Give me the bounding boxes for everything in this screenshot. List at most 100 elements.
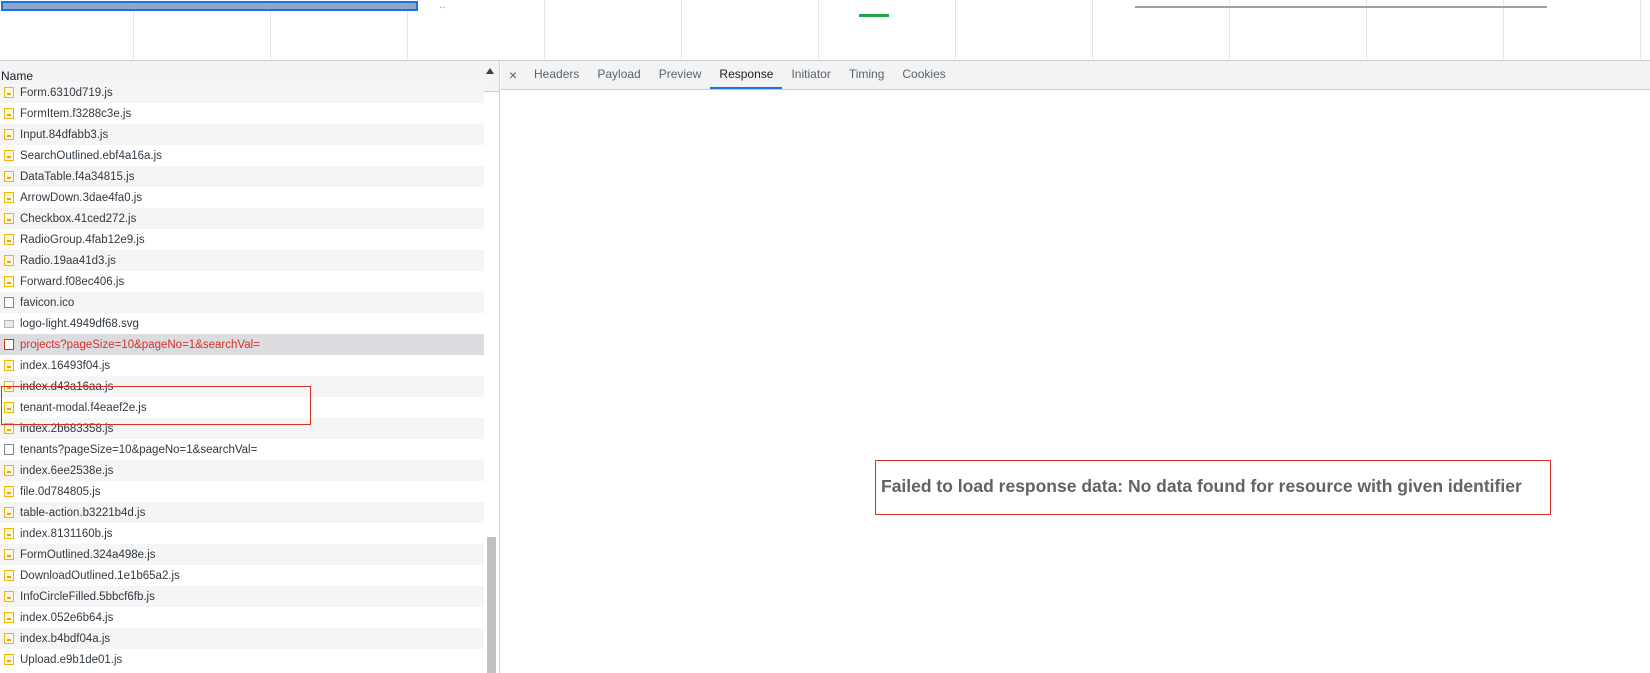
script-file-icon (4, 255, 14, 266)
request-row[interactable]: tenants?pageSize=10&pageNo=1&searchVal= (0, 439, 484, 460)
script-file-icon (4, 570, 14, 581)
request-row[interactable]: InfoCircleFilled.5bbcf6fb.js (0, 586, 484, 607)
script-file-icon (4, 171, 14, 182)
request-name: Checkbox.41ced272.js (20, 212, 137, 225)
request-row[interactable]: index.052e6b64.js (0, 607, 484, 628)
request-name: Forward.f08ec406.js (20, 275, 125, 288)
request-row[interactable]: tenant-modal.f4eaef2e.js (0, 397, 484, 418)
script-file-icon (4, 129, 14, 140)
request-row[interactable]: ArrowDown.3dae4fa0.js (0, 187, 484, 208)
request-row[interactable]: index.b4bdf04a.js (0, 628, 484, 649)
request-row[interactable]: Input.84dfabb3.js (0, 124, 484, 145)
script-file-icon (4, 213, 14, 224)
overview-grid-line (1503, 0, 1504, 60)
tab-headers[interactable]: Headers (525, 61, 588, 89)
overview-grid-line (1229, 0, 1230, 60)
script-file-icon (4, 150, 14, 161)
request-row[interactable]: favicon.ico (0, 292, 484, 313)
request-name: logo-light.4949df68.svg (20, 317, 139, 330)
request-row[interactable]: index.d43a16aa.js (0, 376, 484, 397)
request-name: index.b4bdf04a.js (20, 632, 111, 645)
request-row[interactable]: Radio.19aa41d3.js (0, 250, 484, 271)
script-file-icon (4, 276, 14, 287)
tab-cookies[interactable]: Cookies (893, 61, 954, 89)
request-name: FormItem.f3288c3e.js (20, 107, 132, 120)
request-rows: Form.6310d719.js FormItem.f3288c3e.js Inpu… (0, 82, 484, 670)
request-name: InfoCircleFilled.5bbcf6fb.js (20, 590, 155, 603)
script-file-icon (4, 528, 14, 539)
overview-grid-line (681, 0, 682, 60)
request-row[interactable]: index.16493f04.js (0, 355, 484, 376)
tab-initiator[interactable]: Initiator (782, 61, 839, 89)
overview-grid-line (955, 0, 956, 60)
script-file-icon (4, 423, 14, 434)
overview-request-bar (859, 14, 889, 17)
sort-ascending-icon[interactable] (486, 68, 494, 74)
request-name: index.8131160b.js (20, 527, 113, 540)
request-name: index.d43a16aa.js (20, 380, 114, 393)
request-name: Upload.e9b1de01.js (20, 653, 123, 666)
request-row[interactable]: projects?pageSize=10&pageNo=1&searchVal= (0, 334, 484, 355)
request-name: DataTable.f4a34815.js (20, 170, 135, 183)
overview-grid-line (1092, 0, 1093, 60)
request-detail-panel: × Headers Payload Preview Response Initiator… (501, 61, 1650, 673)
request-row[interactable]: index.8131160b.js (0, 523, 484, 544)
script-file-icon (4, 549, 14, 560)
request-name: Radio.19aa41d3.js (20, 254, 116, 267)
request-list-scrollbar[interactable] (484, 92, 499, 673)
request-row[interactable]: Forward.f08ec406.js (0, 271, 484, 292)
request-row[interactable]: FormOutlined.324a498e.js (0, 544, 484, 565)
script-file-icon (4, 381, 14, 392)
request-row[interactable]: DownloadOutlined.1e1b65a2.js (0, 565, 484, 586)
script-file-icon (4, 234, 14, 245)
request-list-panel: Name Form.6310d719.js FormItem.f3288c3e.j… (0, 61, 500, 673)
overview-selection-window[interactable] (1, 1, 418, 11)
request-row[interactable]: logo-light.4949df68.svg (0, 313, 484, 334)
request-row[interactable]: RadioGroup.4fab12e9.js (0, 229, 484, 250)
tab-response[interactable]: Response (710, 61, 783, 89)
request-row[interactable]: file.0d784805.js (0, 481, 484, 502)
request-row[interactable]: SearchOutlined.ebf4a16a.js (0, 145, 484, 166)
request-row[interactable]: FormItem.f3288c3e.js (0, 103, 484, 124)
script-file-icon (4, 108, 14, 119)
timeline-overview[interactable]: ▪ ▪ (0, 0, 1650, 61)
document-file-icon (4, 297, 14, 308)
request-name: RadioGroup.4fab12e9.js (20, 233, 145, 246)
request-name: index.052e6b64.js (20, 611, 114, 624)
request-row[interactable]: index.2b683358.js (0, 418, 484, 439)
document-file-icon (4, 339, 14, 350)
script-file-icon (4, 633, 14, 644)
detail-tabbar: × Headers Payload Preview Response Initiator… (501, 61, 1650, 90)
request-name: Input.84dfabb3.js (20, 128, 109, 141)
request-name: tenants?pageSize=10&pageNo=1&searchVal= (20, 443, 258, 456)
request-name: table-action.b3221b4d.js (20, 506, 146, 519)
request-row[interactable]: DataTable.f4a34815.js (0, 166, 484, 187)
response-error-message: Failed to load response data: No data fo… (881, 476, 1522, 496)
request-row[interactable]: table-action.b3221b4d.js (0, 502, 484, 523)
request-row[interactable]: Form.6310d719.js (0, 82, 484, 103)
overview-grid-line (818, 0, 819, 60)
request-name: DownloadOutlined.1e1b65a2.js (20, 569, 180, 582)
request-name: index.2b683358.js (20, 422, 114, 435)
tab-payload[interactable]: Payload (588, 61, 649, 89)
tab-timing[interactable]: Timing (840, 61, 894, 89)
request-name: projects?pageSize=10&pageNo=1&searchVal= (20, 338, 260, 351)
close-icon[interactable]: × (501, 61, 525, 89)
column-header-label: Name (1, 69, 34, 83)
request-row[interactable]: index.6ee2538e.js (0, 460, 484, 481)
request-name: ArrowDown.3dae4fa0.js (20, 191, 143, 204)
request-name: SearchOutlined.ebf4a16a.js (20, 149, 162, 162)
script-file-icon (4, 402, 14, 413)
request-name: favicon.ico (20, 296, 75, 309)
request-name: index.6ee2538e.js (20, 464, 114, 477)
request-row[interactable]: Upload.e9b1de01.js (0, 649, 484, 670)
script-file-icon (4, 192, 14, 203)
tab-preview[interactable]: Preview (650, 61, 711, 89)
scrollbar-thumb[interactable] (487, 537, 496, 673)
script-file-icon (4, 507, 14, 518)
request-row[interactable]: Checkbox.41ced272.js (0, 208, 484, 229)
script-file-icon (4, 654, 14, 665)
script-file-icon (4, 360, 14, 371)
overview-grid-line (1640, 0, 1641, 60)
script-file-icon (4, 87, 14, 98)
